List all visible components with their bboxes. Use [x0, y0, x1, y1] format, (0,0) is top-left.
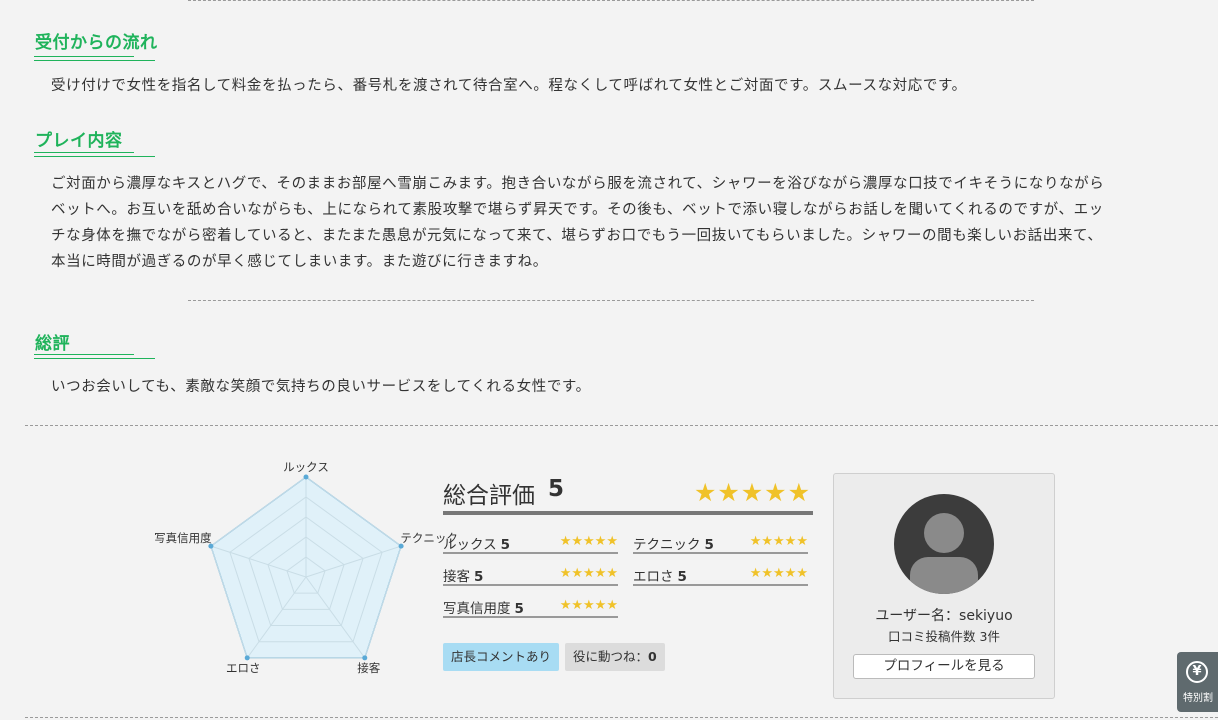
section-underline-play [34, 152, 155, 158]
profile-card: ユーザー名：sekiyuo 口コミ投稿件数 3件 プロフィールを見る [833, 473, 1055, 699]
special-discount-label: 特別割 [1183, 693, 1213, 704]
rating-looks-label: ルックス [443, 537, 497, 553]
rating-technique-stars-icon: ★★★★★ [749, 534, 808, 549]
overall-score: 5 [548, 476, 565, 502]
summary-text: いつお会いしても、素敵な笑顔で気持ちの良いサービスをしてくれる女性です。 [51, 379, 591, 395]
radar-label: エロさ [226, 661, 261, 675]
play-text-line: チな身体を撫でながら密着していると、またまた愚息が元気になって来て、堪らずお口で… [51, 228, 1103, 244]
play-text-line: 本当に時間が過ぎるのが早く感じてしまいます。また遊びに行きますね。 [51, 254, 548, 270]
special-discount-button[interactable]: ¥ 特別割 [1177, 652, 1218, 712]
divider-top [188, 0, 1034, 1]
view-profile-button[interactable]: プロフィールを見る [853, 654, 1035, 679]
play-text-line: ご対面から濃厚なキスとハグで、そのままお部屋へ雪崩こみます。抱き合いながら服を流… [51, 176, 1105, 192]
rating-looks-stars-icon: ★★★★★ [559, 534, 618, 549]
overall-rule [443, 511, 813, 515]
radar-label: 接客 [357, 661, 380, 675]
rating-service-label: 接客 [443, 569, 470, 585]
rating-technique: テクニック 5 ★★★★★ [633, 530, 808, 554]
section-title-flow: 受付からの流れ [35, 33, 158, 53]
rating-eroticism-label: エロさ [633, 569, 674, 585]
rating-photo-trust-label: 写真信用度 [443, 601, 511, 617]
radar-point [362, 655, 368, 661]
rating-service-score: 5 [474, 569, 484, 585]
rating-eroticism: エロさ 5 ★★★★★ [633, 562, 808, 586]
radar-label: ルックス [283, 460, 329, 474]
divider-bottom [25, 717, 1218, 718]
play-text: ご対面から濃厚なキスとハグで、そのままお部屋へ雪崩こみます。抱き合いながら服を流… [51, 171, 1176, 275]
radar-chart: ルックス テクニック 接客 エロさ 写真信用度 [154, 460, 458, 695]
overall-rating: 総合評価 5 ★★★★★ [443, 474, 813, 514]
rating-looks: ルックス 5 ★★★★★ [443, 530, 618, 554]
radar-point [244, 655, 250, 661]
rating-technique-label: テクニック [633, 537, 701, 553]
rating-photo-trust-stars-icon: ★★★★★ [559, 598, 618, 613]
rating-service-stars-icon: ★★★★★ [559, 566, 618, 581]
manager-comment-badge[interactable]: 店長コメントあり [443, 643, 560, 671]
overall-stars-icon: ★★★★★ [693, 478, 811, 507]
divider-middle [188, 300, 1034, 301]
post-count: 口コミ投稿件数 3件 [888, 629, 1000, 644]
section-underline-flow [34, 56, 155, 62]
play-text-line: ベットへ。お互いを舐め合いながらも、上になられて素股攻撃で堪らず昇天です。その後… [51, 202, 1104, 218]
divider-full [25, 425, 1218, 426]
rating-photo-trust-score: 5 [514, 601, 524, 617]
section-title-summary: 総評 [35, 334, 70, 354]
avatar-icon [894, 494, 994, 594]
radar-svg: ルックステクニック接客エロさ写真信用度 [154, 460, 458, 675]
radar-label: 写真信用度 [154, 531, 212, 545]
rating-service: 接客 5 ★★★★★ [443, 562, 618, 586]
rating-looks-score: 5 [500, 537, 511, 553]
rating-eroticism-score: 5 [677, 569, 687, 585]
useful-button[interactable]: 役に動つね：0 [565, 643, 665, 671]
rating-photo-trust: 写真信用度 5 ★★★★★ [443, 594, 618, 618]
rating-eroticism-stars-icon: ★★★★★ [749, 566, 808, 581]
username: ユーザー名：sekiyuo [875, 608, 1013, 624]
section-title-play: プレイ内容 [35, 131, 123, 151]
section-underline-summary [34, 354, 155, 360]
overall-label: 総合評価 [443, 483, 535, 509]
yen-icon: ¥ [1186, 661, 1208, 683]
useful-label: 役に動つね： [573, 649, 649, 664]
radar-point [303, 474, 309, 480]
useful-count: 0 [648, 649, 657, 664]
rating-technique-score: 5 [704, 537, 714, 553]
flow-text: 受け付けで女性を指名して料金を払ったら、番号札を渡されて待合室へ。程なくして呼ば… [51, 78, 967, 94]
